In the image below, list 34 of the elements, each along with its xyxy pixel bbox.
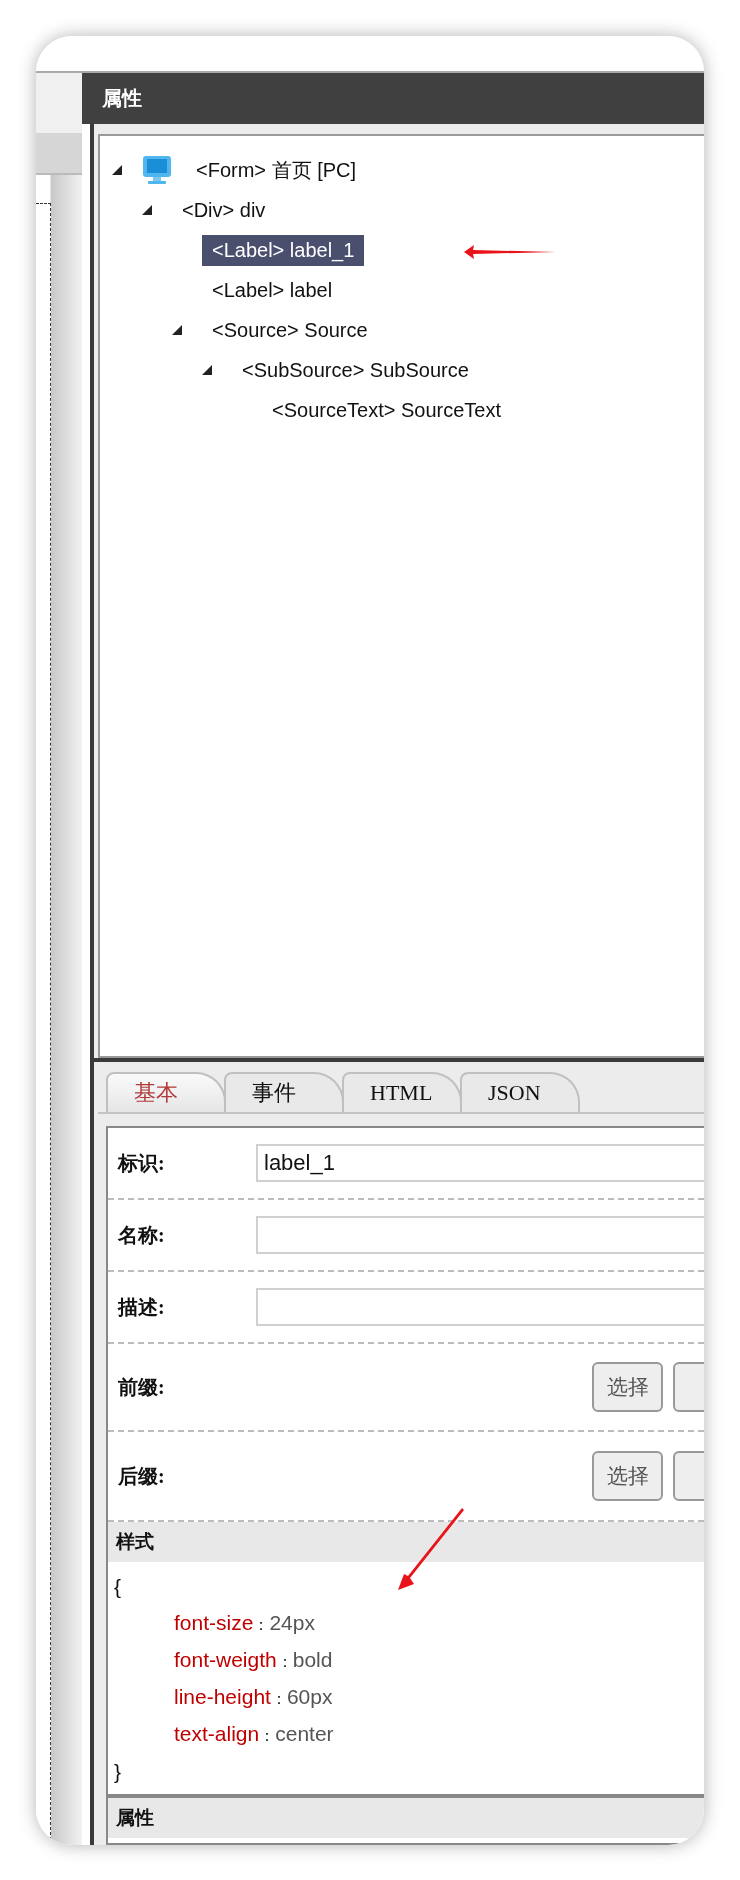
code-brace: } bbox=[114, 1759, 121, 1784]
tree-item[interactable]: <SourceText> SourceText bbox=[262, 394, 511, 426]
tab[interactable]: JSON bbox=[460, 1072, 580, 1112]
section-title: 样式 bbox=[116, 1530, 154, 1554]
tree-item[interactable]: <Label> label_1 bbox=[202, 234, 365, 266]
expand-toggle-icon[interactable] bbox=[142, 205, 152, 215]
side-panel-bar bbox=[36, 133, 82, 175]
tree-item[interactable]: <SubSource> SubSource bbox=[232, 354, 479, 386]
input-field[interactable] bbox=[256, 1216, 704, 1254]
tab[interactable]: 基本 bbox=[106, 1072, 226, 1112]
input-field[interactable]: label_1 bbox=[256, 1144, 704, 1182]
expand-toggle-icon[interactable] bbox=[112, 165, 122, 175]
tree-item[interactable]: <Div> div bbox=[172, 194, 276, 226]
section-title: 属性 bbox=[116, 1806, 154, 1830]
select-button[interactable]: 选择 bbox=[592, 1451, 663, 1501]
code-brace: { bbox=[114, 1574, 121, 1599]
field-label: 名称: bbox=[117, 1222, 166, 1248]
style-declaration: font-size：24px bbox=[174, 1611, 315, 1636]
monitor-icon bbox=[142, 155, 172, 185]
tree-item[interactable]: <Label> label bbox=[202, 274, 343, 306]
panel-title: 属性 bbox=[102, 86, 142, 111]
style-declaration: text-align：center bbox=[174, 1722, 334, 1747]
input-field[interactable] bbox=[256, 1288, 704, 1326]
tree-item[interactable]: <Source> Source bbox=[202, 314, 378, 346]
expand-toggle-icon[interactable] bbox=[172, 325, 182, 335]
field-label: 标识: bbox=[116, 1150, 166, 1176]
style-declaration: font-weigth：bold bbox=[174, 1648, 333, 1673]
expand-toggle-icon[interactable] bbox=[202, 365, 212, 375]
style-declaration: line-height：60px bbox=[174, 1685, 333, 1710]
field-label: 前缀: bbox=[117, 1374, 166, 1400]
tree-item[interactable]: <Form> 首页 [PC] bbox=[186, 152, 367, 188]
field-label: 描述: bbox=[116, 1294, 166, 1320]
field-label: 后缀: bbox=[117, 1463, 166, 1489]
select-button[interactable]: 选择 bbox=[592, 1362, 663, 1412]
